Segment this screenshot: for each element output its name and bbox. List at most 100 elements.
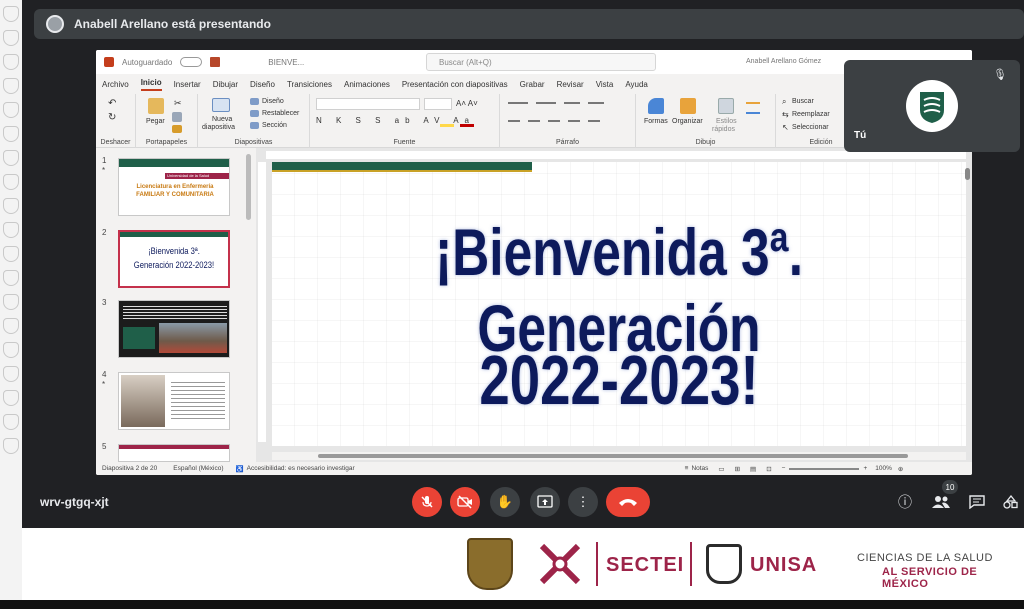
current-slide[interactable]: ¡Bienvenida 3ª. Generación 2022-2023! [272, 162, 966, 446]
replace-icon[interactable]: ⇆ [782, 110, 789, 119]
autosave-toggle[interactable] [180, 57, 203, 67]
seleccionar-label[interactable]: Seleccionar [792, 124, 829, 131]
zoom-slider[interactable] [789, 467, 860, 470]
reemplazar-label[interactable]: Reemplazar [792, 111, 830, 118]
logo-watermark [3, 294, 19, 310]
logo-watermark [3, 6, 19, 22]
indent-icon[interactable] [564, 102, 580, 104]
highlight-icon[interactable] [440, 124, 454, 127]
shape-outline-icon[interactable] [746, 112, 760, 114]
copy-icon[interactable] [172, 112, 182, 122]
fit-slide-icon[interactable]: ⊕ [898, 465, 903, 473]
slide-horizontal-scrollbar[interactable] [272, 452, 966, 460]
slide-thumbnail-1[interactable]: Universidad de la Salud Licenciatura en … [118, 158, 230, 216]
align-center-icon[interactable] [528, 120, 540, 122]
mic-toggle-button[interactable] [412, 487, 442, 517]
justify-icon[interactable] [568, 120, 580, 122]
menu-inicio[interactable]: Inicio [140, 78, 162, 91]
format-painter-icon[interactable] [172, 125, 182, 133]
self-video-tile[interactable]: Tú 🎙︎ [844, 60, 1020, 152]
pegar-label[interactable]: Pegar [146, 118, 165, 125]
reading-view-icon[interactable]: ▤ [750, 465, 756, 473]
logo-watermark [3, 246, 19, 262]
zoom-level[interactable]: 100% [875, 465, 892, 472]
notes-icon: ≡ [684, 465, 689, 472]
estilos-label[interactable]: Estilos [716, 118, 737, 125]
select-icon[interactable]: ↖ [782, 123, 789, 132]
menu-transiciones[interactable]: Transiciones [287, 80, 332, 89]
logo-watermark [3, 342, 19, 358]
outdent-icon[interactable] [588, 102, 604, 104]
new-slide-icon[interactable] [212, 98, 230, 112]
people-button[interactable] [930, 491, 952, 513]
arrange-icon[interactable] [680, 98, 696, 114]
menu-diseno[interactable]: Diseño [250, 80, 275, 89]
font-color-icon[interactable] [460, 124, 474, 127]
camera-toggle-button[interactable] [450, 487, 480, 517]
zoom-in-icon[interactable]: + [863, 465, 867, 472]
diapositiva-label[interactable]: diapositiva [202, 124, 235, 131]
notes-button[interactable]: Notas [691, 465, 708, 472]
activities-shapes-icon [1003, 495, 1018, 509]
redo-icon[interactable]: ↻ [108, 112, 116, 123]
menu-grabar[interactable]: Grabar [520, 80, 545, 89]
zoom-out-icon[interactable]: − [782, 465, 786, 472]
menu-presentacion[interactable]: Presentación con diapositivas [402, 80, 508, 89]
present-screen-icon [537, 495, 553, 508]
formas-label[interactable]: Formas [644, 118, 668, 125]
menu-ayuda[interactable]: Ayuda [625, 80, 648, 89]
language-status[interactable]: Español (México) [173, 465, 223, 472]
align-left-icon[interactable] [508, 120, 520, 122]
shapes-icon[interactable] [648, 98, 664, 114]
menu-insertar[interactable]: Insertar [174, 80, 201, 89]
numbering-icon[interactable] [536, 102, 556, 104]
horizontal-scroll-thumb[interactable] [318, 454, 908, 458]
align-right-icon[interactable] [548, 120, 560, 122]
menu-dibujar[interactable]: Dibujar [213, 80, 238, 89]
slide-thumbnail-4[interactable] [118, 372, 230, 430]
logo-watermark [3, 414, 19, 430]
meeting-info-button[interactable]: ⓘ [894, 491, 916, 513]
menu-vista[interactable]: Vista [596, 80, 614, 89]
grow-font-icon[interactable]: A˄ A˅ [456, 99, 478, 108]
document-name[interactable]: BIENVE... [268, 58, 304, 67]
more-options-button[interactable]: ⋮ [568, 487, 598, 517]
slide-vertical-scrollbar[interactable] [965, 168, 970, 180]
menu-revisar[interactable]: Revisar [557, 80, 584, 89]
slide-thumbnail-2[interactable]: ¡Bienvenida 3ª. Generación 2022-2023! [118, 230, 230, 288]
quick-styles-icon[interactable] [718, 98, 734, 114]
normal-view-icon[interactable]: ▭ [718, 465, 724, 473]
font-name-select[interactable] [316, 98, 420, 110]
organizar-label[interactable]: Organizar [672, 118, 703, 125]
paste-icon[interactable] [148, 98, 164, 114]
raise-hand-button[interactable]: ✋ [490, 487, 520, 517]
bullets-icon[interactable] [508, 102, 528, 104]
slide-thumbnail-5[interactable] [118, 444, 230, 462]
thumbnails-scrollbar[interactable] [246, 154, 251, 220]
slide-thumbnail-3[interactable] [118, 300, 230, 358]
buscar-label[interactable]: Buscar [792, 98, 814, 105]
accessibility-status[interactable]: Accesibilidad: es necesario investigar [247, 465, 355, 472]
ppt-search-input[interactable]: Buscar (Alt+Q) [426, 53, 656, 71]
menu-archivo[interactable]: Archivo [102, 80, 129, 89]
find-icon[interactable]: ⌕ [782, 97, 786, 107]
diseno-label[interactable]: Diseño [262, 98, 284, 105]
rapidos-label[interactable]: rápidos [712, 126, 735, 133]
restablecer-label[interactable]: Restablecer [262, 110, 299, 117]
chat-button[interactable] [966, 491, 988, 513]
cut-icon[interactable]: ✂ [174, 98, 182, 109]
activities-button[interactable] [1000, 491, 1022, 513]
present-button[interactable] [530, 487, 560, 517]
columns-icon[interactable] [588, 120, 600, 122]
undo-icon[interactable]: ↶ [108, 98, 116, 109]
save-icon[interactable] [210, 57, 221, 67]
seccion-label[interactable]: Sección [262, 122, 287, 129]
font-size-select[interactable] [424, 98, 452, 110]
sorter-view-icon[interactable]: ⊞ [735, 465, 740, 473]
shape-fill-icon[interactable] [746, 102, 760, 104]
menu-animaciones[interactable]: Animaciones [344, 80, 390, 89]
slideshow-icon[interactable]: ⊡ [766, 465, 771, 473]
meet-window: Anabell Arellano está presentando Autogu… [22, 0, 1024, 528]
leave-call-button[interactable] [606, 487, 650, 517]
nueva-label[interactable]: Nueva [212, 116, 232, 123]
